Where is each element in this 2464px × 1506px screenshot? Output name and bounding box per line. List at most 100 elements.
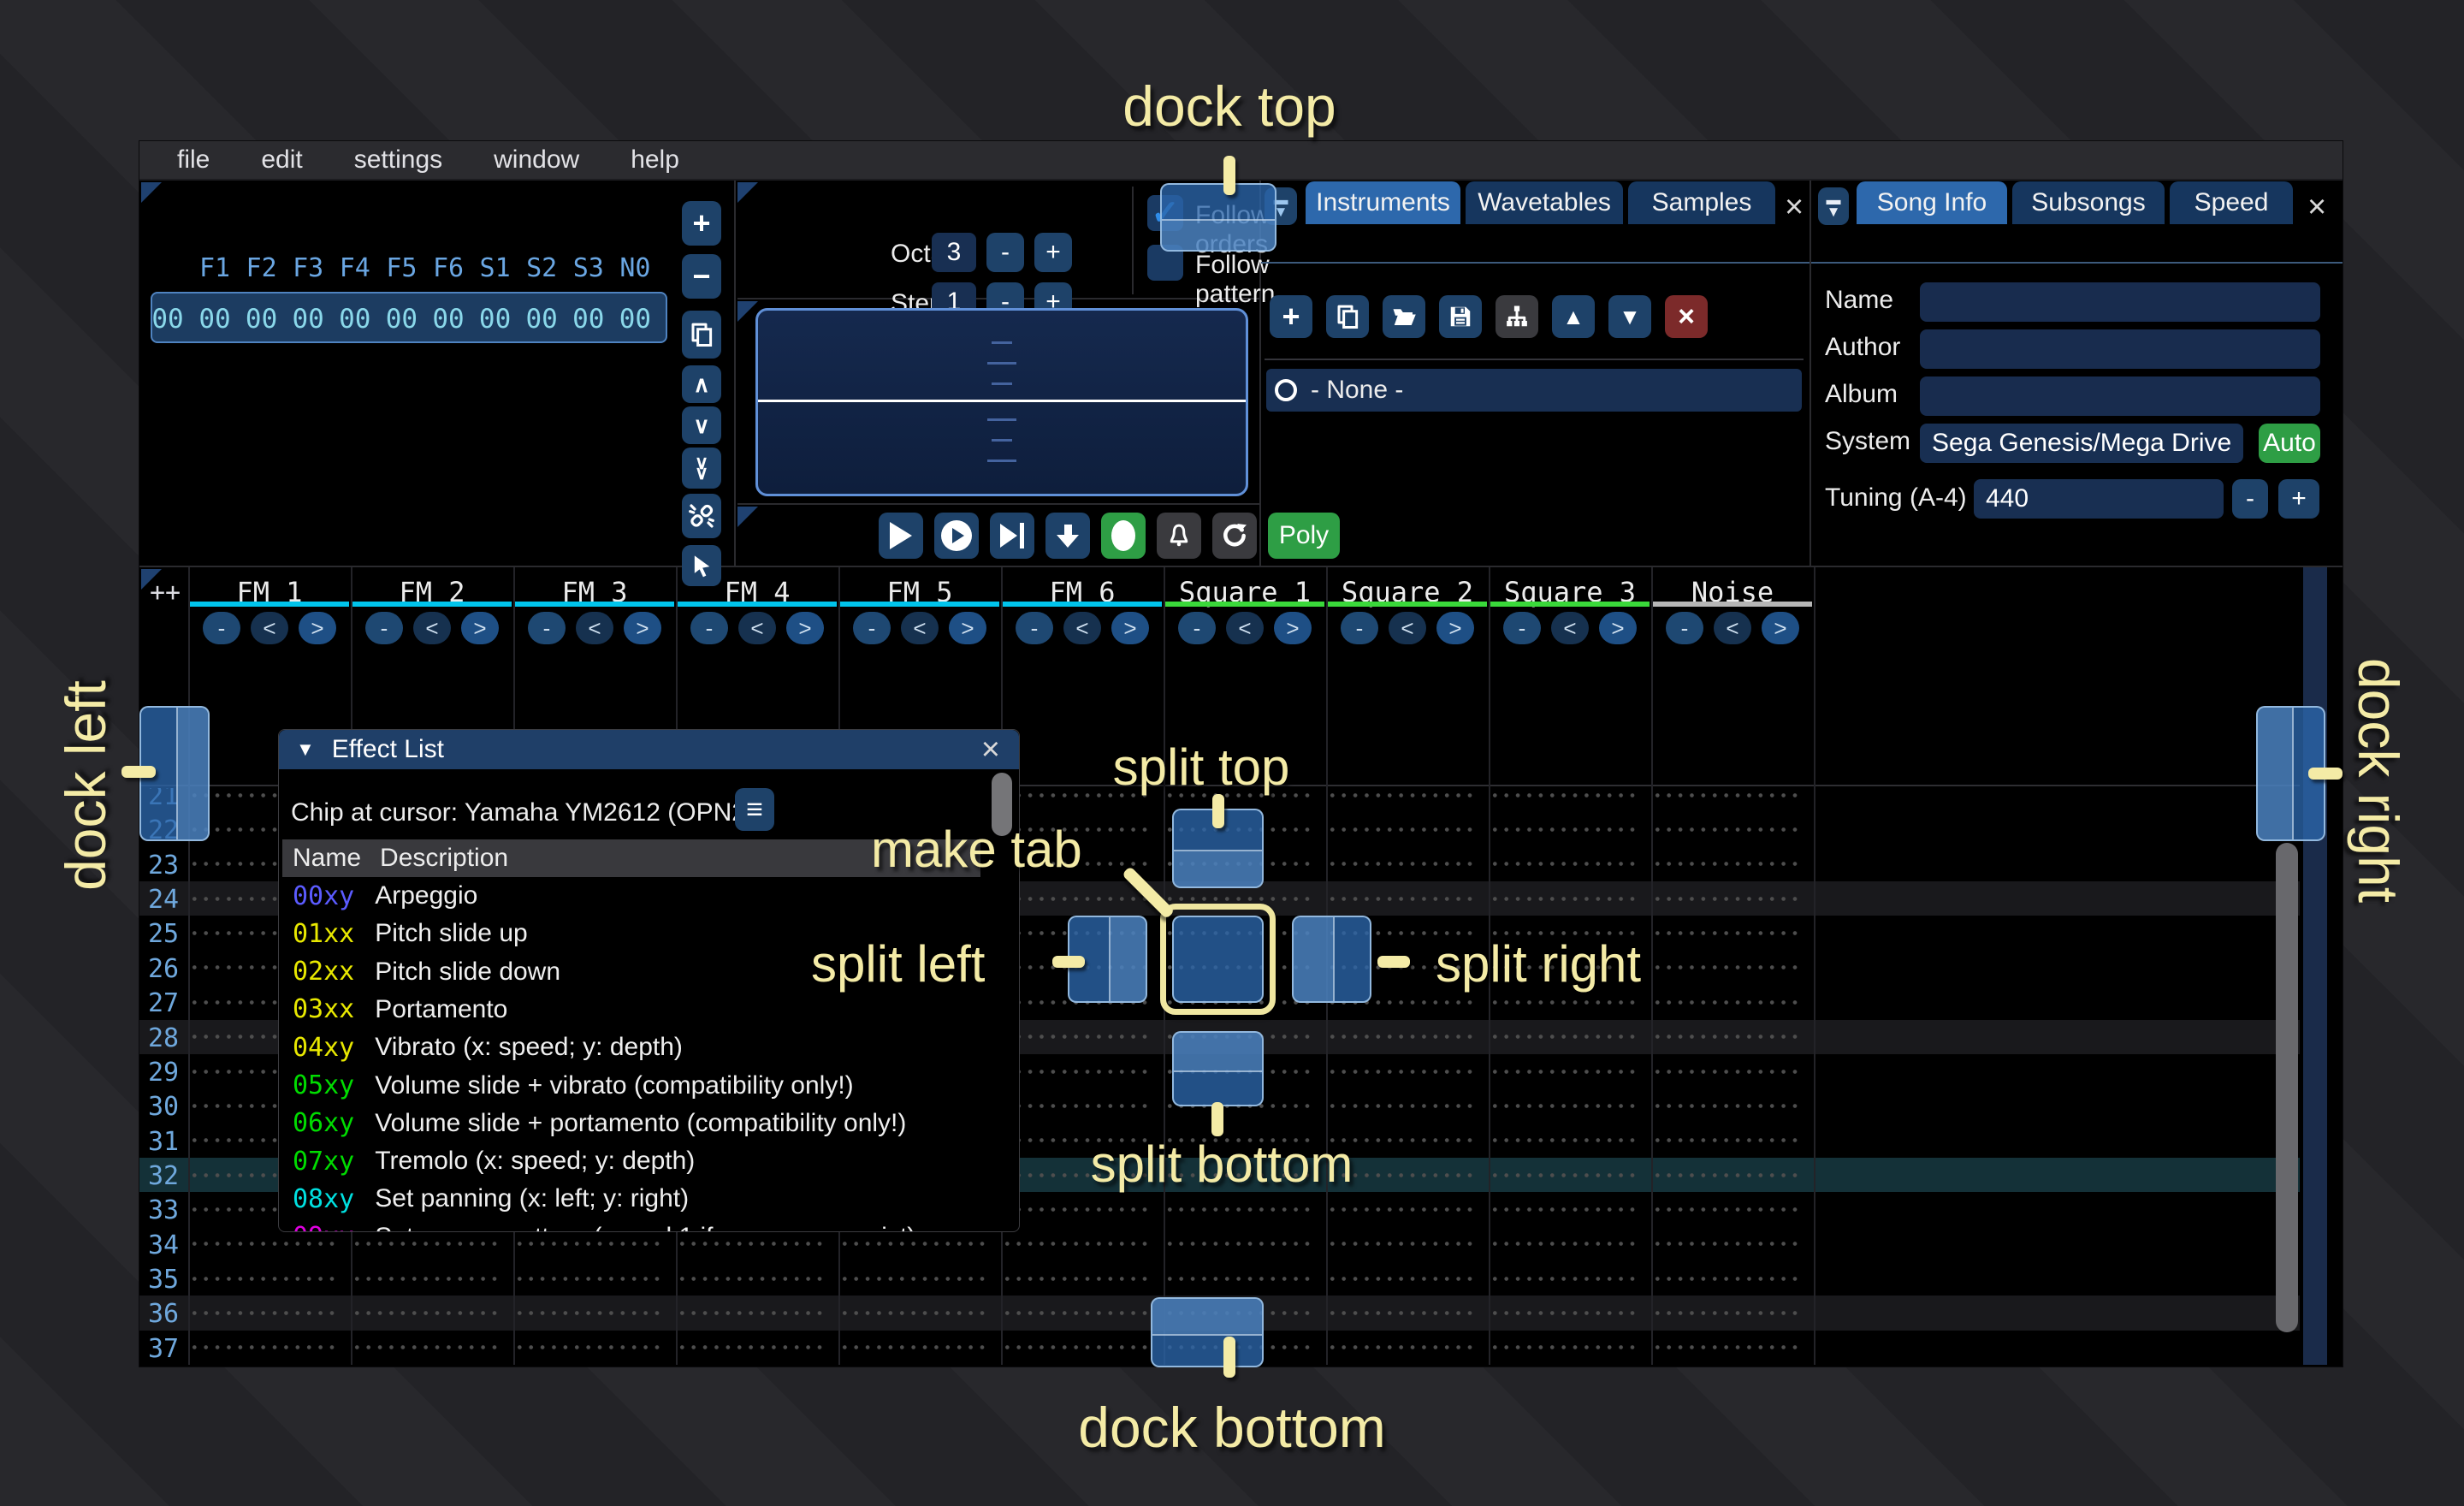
channel-expand-button[interactable]: > [299,612,336,644]
pattern-cell[interactable] [1003,881,1153,916]
channel-shrink-button[interactable]: < [901,612,939,644]
pattern-cell[interactable] [1653,1124,1804,1158]
name-field[interactable] [1920,282,2320,322]
metronome-button[interactable] [1157,513,1201,559]
order-cell[interactable]: 00 [239,304,285,335]
pattern-cell[interactable] [840,1296,991,1330]
play-button[interactable] [879,513,923,559]
channel-collapse-button[interactable]: - [1178,612,1216,644]
channel-collapse-button[interactable]: - [528,612,566,644]
instrument-move-down-button[interactable]: ▼ [1608,295,1651,338]
tab-song-info[interactable]: Song Info [1857,181,2007,224]
channel-expand-button[interactable]: > [1762,612,1799,644]
instrument-open-button[interactable] [1383,295,1425,338]
pattern-cell[interactable] [1490,1088,1641,1123]
channel-shrink-button[interactable]: < [413,612,451,644]
system-select[interactable]: Sega Genesis/Mega Drive [1920,424,2243,463]
pattern-cell[interactable] [840,1261,991,1296]
channel-collapse-button[interactable]: - [853,612,891,644]
effect-list-row[interactable]: 00xyArpeggio [282,877,980,915]
pattern-cell[interactable] [1003,1227,1153,1261]
split-target-bottom[interactable] [1172,1031,1264,1106]
pattern-cell[interactable] [1490,1296,1641,1330]
tab-speed[interactable]: Speed [2170,181,2293,224]
record-button[interactable] [1101,513,1146,559]
pattern-cell[interactable] [1653,1054,1804,1088]
step-down-button[interactable] [1045,513,1090,559]
pattern-cell[interactable] [1653,1261,1804,1296]
orders-minus-button[interactable]: − [682,254,721,299]
channel-expand-button[interactable]: > [1599,612,1637,644]
pattern-cell[interactable] [1490,1192,1641,1226]
pattern-cell[interactable] [1328,1054,1478,1088]
menu-item-settings[interactable]: settings [329,145,468,175]
order-cell[interactable]: 00 [566,304,612,335]
effect-list-row[interactable]: 05xyVolume slide + vibrato (compatibilit… [282,1067,980,1105]
channel-collapse-button[interactable]: - [1016,612,1053,644]
pattern-cell[interactable] [515,1296,666,1330]
effect-list-row[interactable]: 03xxPortamento [282,991,980,1029]
dock-target-bottom[interactable] [1151,1297,1264,1367]
order-cell[interactable]: 00 [378,304,424,335]
split-target-right[interactable] [1292,916,1371,1003]
order-cell[interactable]: 00 [518,304,565,335]
pattern-cell[interactable] [1490,1331,1641,1365]
orders-double-chevron-down-button[interactable]: ∨∨ [682,448,721,489]
pattern-cell[interactable] [678,1261,828,1296]
channel-expand-button[interactable]: > [1111,612,1149,644]
pattern-cell[interactable] [1490,881,1641,916]
pattern-cell[interactable] [352,1261,503,1296]
pattern-cell[interactable] [1003,1365,1153,1367]
pattern-cell[interactable] [678,1296,828,1330]
pattern-scrollbar-thumb[interactable] [2276,843,2298,1332]
pattern-cell[interactable] [1490,1158,1641,1192]
repeat-button[interactable] [1212,513,1257,559]
pattern-cell[interactable] [1165,1192,1316,1226]
pattern-cell[interactable] [1165,1261,1316,1296]
order-cell[interactable]: 00 [472,304,518,335]
instrument-move-up-button[interactable]: ▲ [1552,295,1595,338]
pattern-cell[interactable] [678,1331,828,1365]
pattern-cell[interactable] [1653,951,1804,985]
channel-shrink-button[interactable]: < [1226,612,1264,644]
menu-item-edit[interactable]: edit [235,145,328,175]
channel-collapse-button[interactable]: - [1503,612,1541,644]
channel-shrink-button[interactable]: < [1389,612,1426,644]
menu-item-help[interactable]: help [605,145,705,175]
pattern-cell[interactable] [1328,1020,1478,1054]
pattern-cell[interactable] [1328,1261,1478,1296]
pattern-cell[interactable] [1653,1331,1804,1365]
orders-plus-button[interactable]: + [682,201,721,246]
pattern-cell[interactable] [1653,1158,1804,1192]
pattern-cell[interactable] [1490,1124,1641,1158]
order-cell[interactable]: 00 [612,304,658,335]
orders-chevron-down-button[interactable]: ∨ [682,406,721,444]
pattern-cell[interactable] [1653,1088,1804,1123]
album-field[interactable] [1920,376,2320,416]
channel-expand-button[interactable]: > [1274,612,1312,644]
pattern-cell[interactable] [1653,985,1804,1019]
pattern-cell[interactable] [1653,1020,1804,1054]
pattern-cell[interactable] [1653,1227,1804,1261]
pattern-cell[interactable] [1328,812,1478,846]
pattern-cell[interactable] [515,1331,666,1365]
pattern-cell[interactable] [1653,916,1804,950]
channel-shrink-button[interactable]: < [1714,612,1751,644]
octave-plus-button[interactable]: + [1034,233,1072,272]
tab-samples[interactable]: Samples [1628,181,1775,224]
pattern-cell[interactable] [1653,788,1804,812]
pattern-scrollbar-track[interactable] [2303,567,2327,1365]
pattern-cell[interactable] [1490,812,1641,846]
pattern-row[interactable]: 35 [139,1261,2300,1296]
pattern-cell[interactable] [1328,1192,1478,1226]
order-cell[interactable]: 00 [425,304,471,335]
collapse-window-icon[interactable]: ▼ [296,738,315,761]
pattern-cell[interactable] [352,1365,503,1367]
pattern-cell[interactable] [1003,1261,1153,1296]
orders-duplicate-button[interactable] [682,311,721,359]
pattern-cell[interactable] [190,1296,341,1330]
channel-expand-button[interactable]: > [624,612,661,644]
effect-list-row[interactable]: 04xyVibrato (x: speed; y: depth) [282,1029,980,1066]
channel-shrink-button[interactable]: < [738,612,776,644]
play-circle-button[interactable] [934,513,979,559]
